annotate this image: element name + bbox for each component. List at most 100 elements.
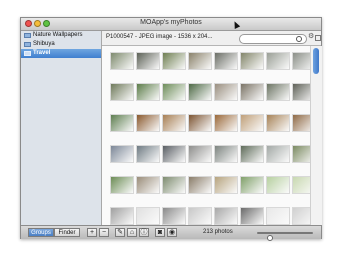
photo-image xyxy=(110,207,134,225)
photo-thumbnail[interactable] xyxy=(238,143,266,165)
photo-thumbnail[interactable] xyxy=(264,205,292,225)
photo-thumbnail[interactable] xyxy=(160,81,188,103)
wrench-icon[interactable]: ✎ xyxy=(115,228,125,237)
photo-thumbnail[interactable] xyxy=(186,112,214,134)
photo-thumbnail[interactable] xyxy=(186,81,214,103)
photo-image xyxy=(136,145,160,163)
photo-image xyxy=(266,114,290,132)
sidebar-item-nature-wallpapers[interactable]: Nature Wallpapers xyxy=(21,31,101,40)
photo-thumbnail[interactable] xyxy=(264,143,292,165)
photo-count: 213 photos xyxy=(203,229,233,235)
photo-thumbnail[interactable] xyxy=(212,50,240,72)
photo-image xyxy=(214,207,238,225)
photo-thumbnail[interactable] xyxy=(160,50,188,72)
photo-image xyxy=(110,176,134,194)
tag-icon[interactable]: ⌂ xyxy=(127,228,137,237)
photo-thumbnail[interactable] xyxy=(212,143,240,165)
photo-image xyxy=(266,52,290,70)
photo-thumbnail[interactable] xyxy=(212,205,240,225)
sidebar-item-label: Travel xyxy=(33,50,51,56)
photo-image xyxy=(292,176,310,194)
photo-thumbnail[interactable] xyxy=(108,50,136,72)
photo-thumbnail[interactable] xyxy=(290,112,310,134)
photo-thumbnail[interactable] xyxy=(160,174,188,196)
photo-image xyxy=(266,83,290,101)
photo-thumbnail[interactable] xyxy=(264,174,292,196)
search-icon xyxy=(296,36,302,42)
info-icon[interactable]: ⓘ xyxy=(139,228,149,237)
photo-thumbnail[interactable] xyxy=(108,143,136,165)
search-input[interactable] xyxy=(239,34,307,44)
photo-thumbnail[interactable] xyxy=(264,81,292,103)
eye-icon[interactable]: ◉ xyxy=(167,228,177,237)
remove-button[interactable]: − xyxy=(99,228,109,237)
photo-thumbnail[interactable] xyxy=(264,112,292,134)
photo-image xyxy=(214,114,238,132)
zoom-slider-knob[interactable] xyxy=(267,235,273,241)
photo-image xyxy=(188,83,212,101)
photo-thumbnail[interactable] xyxy=(212,112,240,134)
photo-thumbnail[interactable] xyxy=(238,174,266,196)
photo-thumbnail[interactable] xyxy=(290,174,310,196)
photo-image xyxy=(240,145,264,163)
photo-thumbnail[interactable] xyxy=(134,143,162,165)
zoom-slider[interactable] xyxy=(257,232,313,241)
photo-thumbnail[interactable] xyxy=(186,50,214,72)
add-button[interactable]: + xyxy=(87,228,97,237)
groups-tab[interactable]: Groups xyxy=(28,228,54,237)
title-bar[interactable]: MOApp's myPhotos xyxy=(21,18,321,31)
photo-image xyxy=(136,207,160,225)
photo-thumbnail[interactable] xyxy=(186,143,214,165)
photo-thumbnail[interactable] xyxy=(238,81,266,103)
photo-thumbnail[interactable] xyxy=(160,143,188,165)
photo-thumbnail[interactable] xyxy=(186,205,214,225)
sidebar-item-shibuya[interactable]: Shibuya xyxy=(21,40,101,49)
photo-image xyxy=(162,52,186,70)
photo-thumbnail[interactable] xyxy=(212,81,240,103)
photo-image xyxy=(292,207,310,225)
photo-image xyxy=(266,176,290,194)
photo-image xyxy=(188,176,212,194)
photo-thumbnail[interactable] xyxy=(108,205,136,225)
photo-thumbnail[interactable] xyxy=(290,81,310,103)
photo-thumbnail[interactable] xyxy=(134,205,162,225)
photo-thumbnail[interactable] xyxy=(134,50,162,72)
photo-thumbnail[interactable] xyxy=(186,174,214,196)
photo-image xyxy=(214,83,238,101)
scrollbar[interactable] xyxy=(310,46,322,225)
photo-image xyxy=(214,52,238,70)
photo-thumbnail[interactable] xyxy=(290,50,310,72)
gear-icon[interactable]: ⚙ xyxy=(308,33,314,40)
photo-thumbnail[interactable] xyxy=(160,205,188,225)
photo-thumbnail[interactable] xyxy=(212,174,240,196)
photo-image xyxy=(292,83,310,101)
finder-tab[interactable]: Finder xyxy=(54,228,80,237)
photo-thumbnail[interactable] xyxy=(108,174,136,196)
photo-thumbnail[interactable] xyxy=(134,112,162,134)
folder-icon xyxy=(24,33,31,38)
photo-image xyxy=(292,145,310,163)
photo-thumbnail[interactable] xyxy=(108,112,136,134)
photo-thumbnail[interactable] xyxy=(238,50,266,72)
app-window: MOApp's myPhotos Nature Wallpapers Shibu… xyxy=(20,17,322,241)
camera-icon[interactable]: ◙ xyxy=(155,228,165,237)
photo-grid xyxy=(102,46,310,225)
photo-image xyxy=(136,114,160,132)
view-toggle-icon[interactable] xyxy=(315,35,321,41)
photo-thumbnail[interactable] xyxy=(134,81,162,103)
photo-image xyxy=(188,207,212,225)
photo-thumbnail[interactable] xyxy=(290,143,310,165)
photo-image xyxy=(110,83,134,101)
photo-thumbnail[interactable] xyxy=(238,205,266,225)
photo-image xyxy=(188,52,212,70)
photo-thumbnail[interactable] xyxy=(264,50,292,72)
photo-thumbnail[interactable] xyxy=(290,205,310,225)
photo-thumbnail[interactable] xyxy=(108,81,136,103)
photo-thumbnail[interactable] xyxy=(160,112,188,134)
photo-thumbnail[interactable] xyxy=(134,174,162,196)
sidebar-item-travel[interactable]: Travel xyxy=(21,49,101,58)
scrollbar-thumb[interactable] xyxy=(313,48,319,74)
photo-image xyxy=(162,145,186,163)
photo-image xyxy=(162,114,186,132)
photo-thumbnail[interactable] xyxy=(238,112,266,134)
